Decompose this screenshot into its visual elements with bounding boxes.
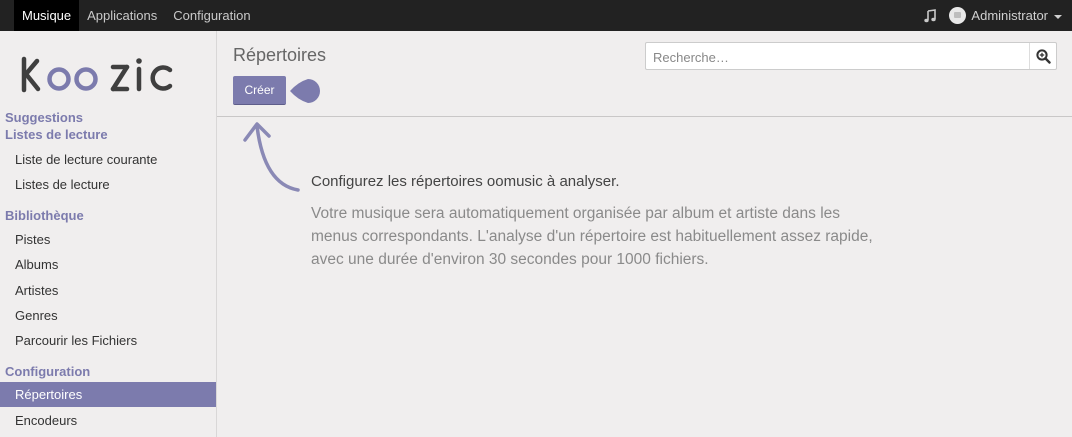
sidebar-item-albums[interactable]: Albums xyxy=(0,252,216,277)
sidebar-item-liste-courante[interactable]: Liste de lecture courante xyxy=(0,147,216,172)
section-bibliotheque: Bibliothèque xyxy=(5,208,84,223)
page-title: Répertoires xyxy=(233,45,327,65)
music-note-icon[interactable] xyxy=(923,8,937,23)
sidebar-item-repertoires[interactable]: Répertoires xyxy=(0,382,216,407)
sidebar: Suggestions Listes de lecture Liste de l… xyxy=(0,31,217,437)
search-input[interactable] xyxy=(651,43,1025,71)
curved-arrow-icon xyxy=(243,122,300,192)
avatar xyxy=(949,7,967,24)
search-icon xyxy=(1035,48,1051,64)
sidebar-item-artistes[interactable]: Artistes xyxy=(0,278,216,303)
search-box xyxy=(645,42,1057,71)
help-title: Configurez les répertoires oomusic à ana… xyxy=(311,173,620,190)
sidebar-item-listes-de-lecture[interactable]: Listes de lecture xyxy=(0,172,216,197)
sidebar-item-parcourir-fichiers[interactable]: Parcourir les Fichiers xyxy=(0,328,216,353)
menu-musique[interactable]: Musique xyxy=(14,0,80,31)
user-menu[interactable]: Administrator xyxy=(949,7,1062,24)
app-menu: Musique Applications Configuration xyxy=(14,0,259,31)
menu-configuration[interactable]: Configuration xyxy=(165,0,258,31)
section-listes-de-lecture: Listes de lecture xyxy=(5,127,108,142)
tip-bubble-icon[interactable] xyxy=(288,76,324,106)
sidebar-item-pistes[interactable]: Pistes xyxy=(0,227,216,252)
search-button[interactable] xyxy=(1029,43,1056,69)
caret-down-icon xyxy=(1054,14,1062,19)
section-configuration: Configuration xyxy=(5,364,91,379)
header-divider xyxy=(217,116,1072,117)
user-name: Administrator xyxy=(971,8,1048,23)
top-navbar: Musique Applications Configuration Admin… xyxy=(0,0,1072,31)
help-text: Votre musique sera automatiquement organ… xyxy=(311,205,873,268)
koozic-logo xyxy=(21,56,173,93)
section-suggestions[interactable]: Suggestions xyxy=(5,110,83,125)
menu-applications[interactable]: Applications xyxy=(79,0,165,31)
sidebar-item-genres[interactable]: Genres xyxy=(0,303,216,328)
sidebar-item-encodeurs[interactable]: Encodeurs xyxy=(0,408,216,433)
create-button[interactable]: Créer xyxy=(233,76,286,105)
